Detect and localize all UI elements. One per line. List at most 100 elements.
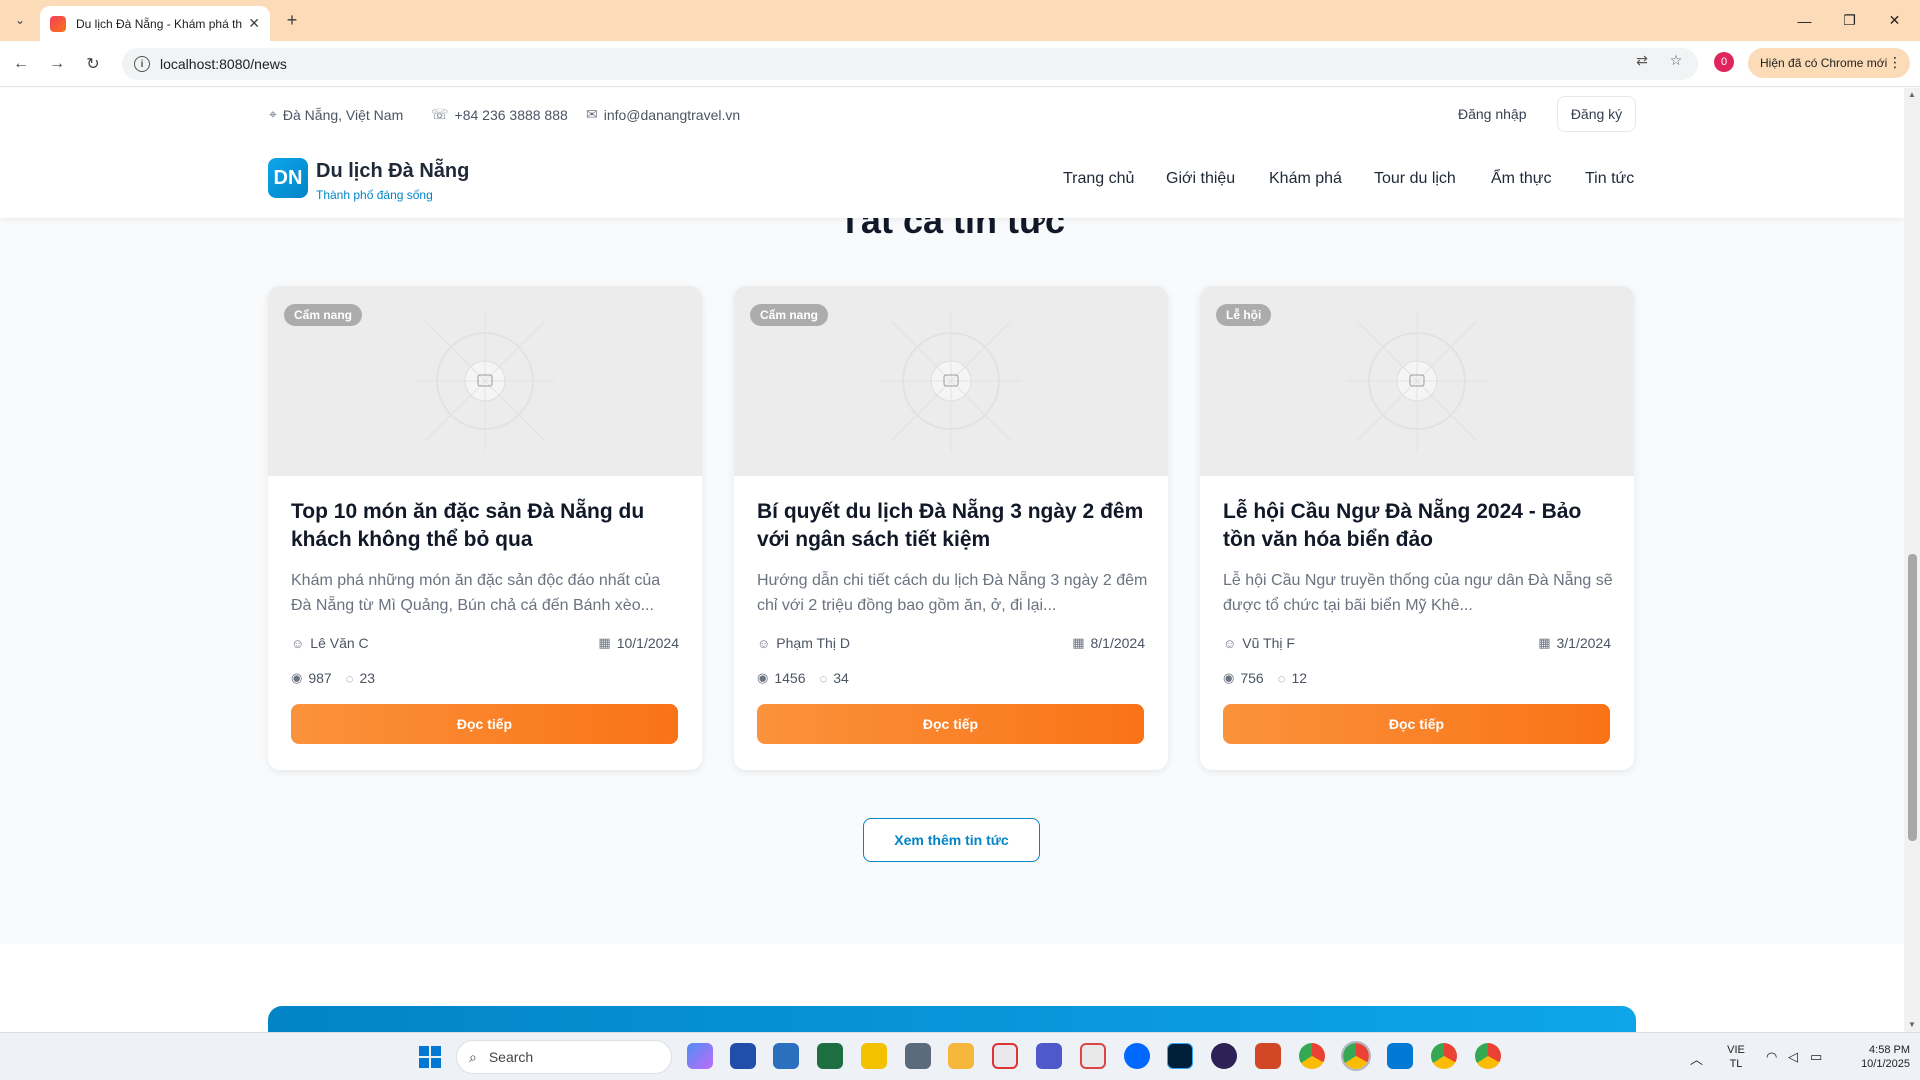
back-icon[interactable]: ←	[8, 51, 34, 77]
restore-icon[interactable]: ❐	[1827, 0, 1872, 41]
nav-news[interactable]: Tin tức	[1585, 170, 1634, 188]
calendar-icon: ▦	[598, 635, 611, 650]
news-title[interactable]: Top 10 món ăn đặc sản Đà Nẵng du khách k…	[291, 498, 683, 554]
user-icon: ☺	[291, 635, 305, 651]
read-more-button[interactable]: Đọc tiếp	[1223, 704, 1610, 744]
vscode-icon[interactable]	[1387, 1043, 1413, 1069]
address-bar[interactable]: i localhost:8080/news	[122, 48, 1698, 80]
news-title[interactable]: Bí quyết du lịch Đà Nẵng 3 ngày 2 đêm vớ…	[757, 498, 1149, 554]
wifi-icon[interactable]: ◠	[1766, 1049, 1777, 1065]
page-viewport: ⌖ Đà Nẵng, Việt Nam ☏ +84 236 3888 888 ✉…	[0, 88, 1904, 1032]
more-menu-icon[interactable]: ⋮	[1888, 54, 1902, 71]
eclipse-icon[interactable]	[1211, 1043, 1237, 1069]
new-tab-icon[interactable]: +	[280, 8, 304, 32]
chrome-active-icon[interactable]	[1341, 1041, 1371, 1071]
page-scrollbar[interactable]: ▲ ▼	[1904, 88, 1920, 1032]
read-more-button[interactable]: Đọc tiếp	[757, 704, 1144, 744]
nav-home[interactable]: Trang chủ	[1063, 170, 1134, 188]
view-count: 1456	[774, 670, 806, 686]
translate-icon[interactable]: ⇄	[1632, 50, 1652, 70]
site-logo[interactable]: DN	[268, 158, 308, 198]
category-badge: Cẩm nang	[284, 304, 363, 326]
app-icon[interactable]	[1080, 1043, 1106, 1069]
teams-icon[interactable]	[1036, 1043, 1062, 1069]
app-icon[interactable]	[730, 1043, 756, 1069]
forward-icon[interactable]: →	[44, 51, 70, 77]
comment-icon: ◌	[345, 670, 354, 686]
language-indicator[interactable]: VIE TL	[1720, 1043, 1752, 1071]
app-icon[interactable]	[861, 1043, 887, 1069]
calendar-icon: ▦	[1538, 635, 1551, 650]
view-more-news-button[interactable]: Xem thêm tin tức	[863, 818, 1040, 862]
zalo-icon[interactable]	[1124, 1043, 1150, 1069]
site-info-icon[interactable]: i	[134, 56, 150, 72]
comment-count: 23	[359, 670, 376, 686]
nav-explore[interactable]: Khám phá	[1269, 170, 1342, 188]
file-explorer-icon[interactable]	[948, 1043, 974, 1069]
scroll-up-icon[interactable]: ▲	[1908, 90, 1916, 99]
browser-tab-active[interactable]: Du lịch Đà Nẵng - Khám phá th ✕	[40, 6, 270, 41]
topbar-phone[interactable]: ☏ +84 236 3888 888	[431, 106, 568, 123]
category-badge: Cẩm nang	[750, 304, 829, 326]
nav-about[interactable]: Giới thiệu	[1166, 170, 1235, 188]
calculator-icon[interactable]	[905, 1043, 931, 1069]
window-close-icon[interactable]: ✕	[1872, 0, 1917, 41]
comment-count: 12	[1291, 670, 1308, 686]
nav-cuisine[interactable]: Ẩm thực	[1491, 170, 1552, 188]
comment-icon: ◌	[1277, 670, 1286, 686]
taskbar-search[interactable]: ⌕ Search	[456, 1040, 672, 1074]
scroll-down-icon[interactable]: ▼	[1908, 1020, 1916, 1029]
tab-close-icon[interactable]: ✕	[248, 15, 260, 32]
comment-icon: ◌	[819, 670, 828, 686]
lang-top: VIE	[1727, 1044, 1745, 1056]
news-date: ▦ 10/1/2024	[598, 635, 679, 651]
news-excerpt: Lễ hội Cầu Ngư truyền thống của ngư dân …	[1223, 572, 1613, 614]
nav-tours[interactable]: Tour du lịch	[1374, 170, 1456, 188]
store-icon[interactable]	[773, 1043, 799, 1069]
news-title[interactable]: Lễ hội Cầu Ngư Đà Nẵng 2024 - Bảo tồn vă…	[1223, 498, 1615, 554]
footer-banner	[268, 1006, 1636, 1032]
taskbar-search-label: Search	[488, 1049, 534, 1065]
tab-title: Du lịch Đà Nẵng - Khám phá th	[76, 16, 243, 31]
author-name: Phạm Thị D	[776, 635, 850, 651]
scrollbar-thumb[interactable]	[1908, 554, 1917, 841]
chrome-update-label: Hiện đã có Chrome mới	[1760, 56, 1888, 70]
excel-icon[interactable]	[817, 1043, 843, 1069]
news-card[interactable]: Lễ hội Lễ hội Cầu Ngư Đà Nẵng 2024 - Bảo…	[1200, 286, 1634, 770]
clock[interactable]: 4:58 PM 10/1/2025	[1846, 1043, 1910, 1071]
chrome-update-button[interactable]: Hiện đã có Chrome mới ⋮	[1748, 48, 1910, 78]
news-card-image: Lễ hội	[1200, 286, 1634, 476]
chrome-profile-icon[interactable]	[1431, 1043, 1457, 1069]
news-author: ☺ Phạm Thị D	[757, 635, 850, 651]
powerpoint-icon[interactable]	[1255, 1043, 1281, 1069]
tray-expand-icon[interactable]: ︿	[1690, 1049, 1703, 1068]
read-more-button[interactable]: Đọc tiếp	[291, 704, 678, 744]
register-button[interactable]: Đăng ký	[1557, 96, 1636, 132]
battery-icon[interactable]: ▭	[1810, 1049, 1822, 1065]
reload-icon[interactable]: ↻	[80, 51, 106, 77]
bookmark-star-icon[interactable]: ☆	[1666, 50, 1686, 70]
photoshop-icon[interactable]	[1167, 1043, 1193, 1069]
news-excerpt: Khám phá những món ăn đặc sản độc đáo nh…	[291, 572, 661, 614]
news-card[interactable]: Cẩm nang Bí quyết du lịch Đà Nẵng 3 ngày…	[734, 286, 1168, 770]
news-excerpt: Hướng dẫn chi tiết cách du lịch Đà Nẵng …	[757, 572, 1148, 614]
chrome-icon[interactable]	[1299, 1043, 1325, 1069]
snipping-tool-icon[interactable]	[992, 1043, 1018, 1069]
minimize-icon[interactable]: —	[1782, 0, 1827, 41]
view-count: 756	[1240, 670, 1264, 686]
eye-icon: ◉	[1223, 670, 1235, 685]
tab-search-icon[interactable]: ⌄	[8, 8, 32, 32]
browser-toolbar: ← → ↻ i localhost:8080/news ⇄ ☆	[0, 41, 1920, 87]
topbar-email[interactable]: ✉ info@danangtravel.vn	[586, 106, 740, 123]
brand-name[interactable]: Du lịch Đà Nẵng	[316, 160, 469, 183]
login-link[interactable]: Đăng nhập	[1458, 106, 1527, 122]
news-card[interactable]: Cẩm nang Top 10 món ăn đặc sản Đà Nẵng d…	[268, 286, 702, 770]
profile-avatar[interactable]: 0	[1714, 52, 1734, 72]
site-header: ⌖ Đà Nẵng, Việt Nam ☏ +84 236 3888 888 ✉…	[0, 88, 1904, 218]
windows-taskbar: ⌕ Search ︿ VIE TL ◠ ◁ ▭ 4:58 PM 10/1/202…	[0, 1032, 1920, 1080]
volume-icon[interactable]: ◁	[1788, 1049, 1798, 1065]
copilot-icon[interactable]	[687, 1043, 713, 1069]
windows-start-icon[interactable]	[418, 1045, 442, 1069]
news-card-image: Cẩm nang	[734, 286, 1168, 476]
chrome-profile-icon[interactable]	[1475, 1043, 1501, 1069]
